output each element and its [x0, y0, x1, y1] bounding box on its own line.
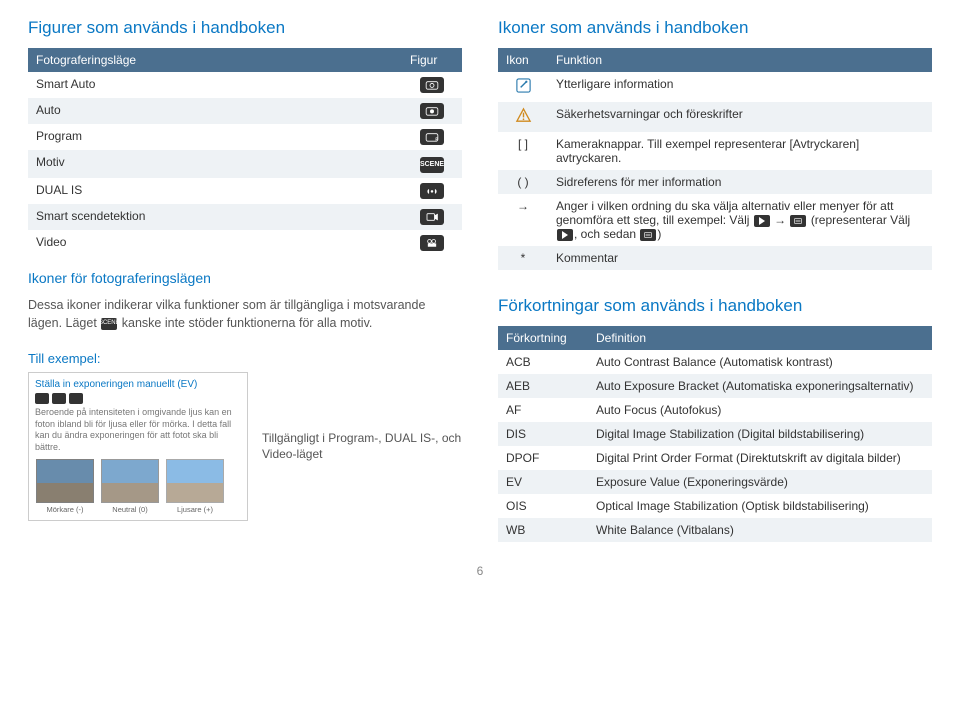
func-cell: Kameraknappar. Till exempel representera…	[548, 132, 932, 170]
para-modes: Dessa ikoner indikerar vilka funktioner …	[28, 296, 462, 334]
keyboard-icon	[640, 229, 656, 241]
arrow-icon: →	[498, 194, 548, 246]
abbr: WB	[498, 518, 588, 542]
th-figure: Figur	[402, 48, 462, 72]
def: Auto Exposure Bracket (Automatiska expon…	[588, 374, 932, 398]
def: Auto Contrast Balance (Automatisk kontra…	[588, 350, 932, 374]
subheading-modes: Ikoner för fotograferingslägen	[28, 270, 462, 286]
def: Digital Image Stabilization (Digital bil…	[588, 422, 932, 446]
video-icon-small	[69, 393, 83, 404]
right-heading: Ikoner som används i handboken	[498, 18, 932, 38]
left-heading: Figurer som används i handboken	[28, 18, 462, 38]
page-number: 6	[28, 564, 932, 578]
example-title: Ställa in exponeringen manuellt (EV)	[35, 379, 241, 390]
abbr: EV	[498, 470, 588, 494]
mode-cell: DUAL IS	[28, 178, 402, 204]
thumb-lighter	[166, 459, 224, 503]
thumb-cap: Mörkare (-)	[46, 505, 83, 514]
abbrev-table: Förkortning Definition ACBAuto Contrast …	[498, 326, 932, 542]
func-cell: Säkerhetsvarningar och föreskrifter	[548, 102, 932, 132]
def: Auto Focus (Autofokus)	[588, 398, 932, 422]
mode-figure-table: Fotograferingsläge Figur Smart Auto Auto…	[28, 48, 462, 256]
abbr: ACB	[498, 350, 588, 374]
func-cell: Anger i vilken ordning du ska välja alte…	[548, 194, 932, 246]
smart-scene-icon	[420, 209, 444, 225]
mode-cell: Auto	[28, 98, 402, 124]
abbr: OIS	[498, 494, 588, 518]
right-heading2: Förkortningar som används i handboken	[498, 296, 932, 316]
abbr: DPOF	[498, 446, 588, 470]
def: Exposure Value (Exponeringsvärde)	[588, 470, 932, 494]
bracket-icon: [ ]	[498, 132, 548, 170]
play-icon	[557, 229, 573, 241]
icon-function-table: Ikon Funktion Ytterligare information Sä…	[498, 48, 932, 270]
program-icon-small	[35, 393, 49, 404]
warn-icon	[515, 107, 532, 124]
th-mode: Fotograferingsläge	[28, 48, 402, 72]
def: White Balance (Vitbalans)	[588, 518, 932, 542]
note-icon	[515, 77, 532, 94]
mode-cell: Program	[28, 124, 402, 150]
thumb-cap: Ljusare (+)	[177, 505, 213, 514]
abbr: AF	[498, 398, 588, 422]
thumb-neutral	[101, 459, 159, 503]
thumb-darker	[36, 459, 94, 503]
example-body: Beroende på intensiteten i omgivande lju…	[35, 407, 241, 454]
func-cell: Sidreferens för mer information	[548, 170, 932, 194]
thumb-cap: Neutral (0)	[112, 505, 147, 514]
video-icon	[420, 235, 444, 251]
example-box: Ställa in exponeringen manuellt (EV) Ber…	[28, 372, 248, 521]
dual-is-icon	[420, 183, 444, 199]
smart-auto-icon	[420, 77, 444, 93]
svg-text:P: P	[435, 136, 438, 141]
abbr: DIS	[498, 422, 588, 446]
th-icon: Ikon	[498, 48, 548, 72]
paren-icon: ( )	[498, 170, 548, 194]
func-cell: Ytterligare information	[548, 72, 932, 102]
program-icon: P	[420, 129, 444, 145]
scene-icon: SCENE	[420, 157, 444, 173]
def: Optical Image Stabilization (Optisk bild…	[588, 494, 932, 518]
th-abbrev: Förkortning	[498, 326, 588, 350]
example-label: Till exempel:	[28, 351, 462, 366]
keyboard-icon	[790, 215, 806, 227]
mode-cell: Smart scendetektion	[28, 204, 402, 230]
dual-is-icon-small	[52, 393, 66, 404]
abbr: AEB	[498, 374, 588, 398]
def: Digital Print Order Format (Direktutskri…	[588, 446, 932, 470]
example-note: Tillgängligt i Program-, DUAL IS-, och V…	[262, 430, 462, 464]
mode-cell: Smart Auto	[28, 72, 402, 98]
func-cell: Kommentar	[548, 246, 932, 270]
play-icon	[754, 215, 770, 227]
scene-icon-inline: SCENE	[101, 318, 117, 330]
auto-icon	[420, 103, 444, 119]
mode-cell: Video	[28, 230, 402, 256]
asterisk-icon: *	[498, 246, 548, 270]
mode-cell: Motiv	[28, 150, 402, 178]
th-def: Definition	[588, 326, 932, 350]
th-function: Funktion	[548, 48, 932, 72]
